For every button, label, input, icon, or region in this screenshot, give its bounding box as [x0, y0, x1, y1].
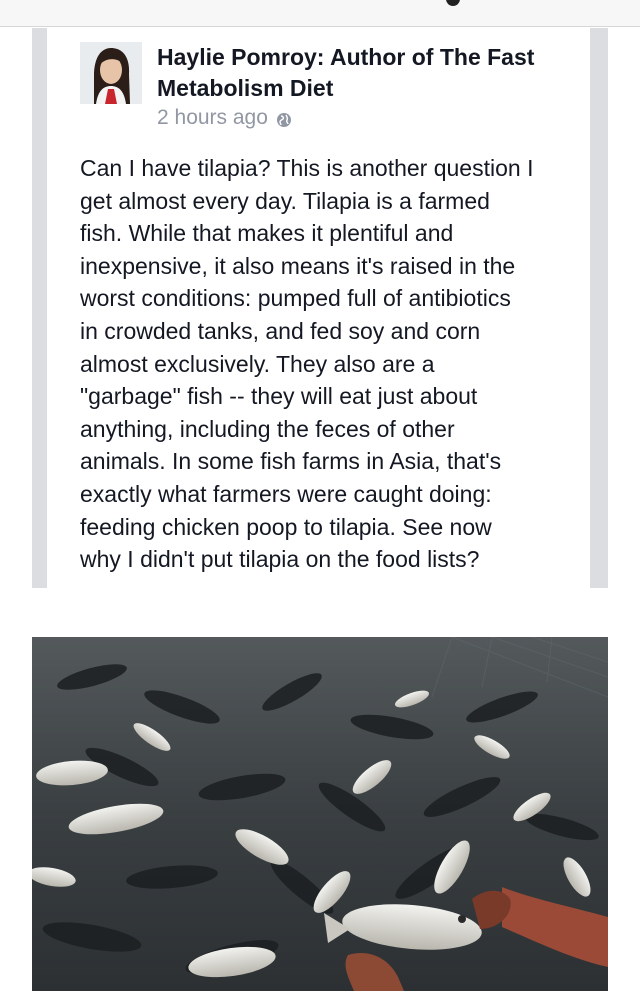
post-card: Haylie Pomroy: Author of The Fast Metabo… [32, 28, 608, 588]
avatar[interactable] [80, 42, 142, 104]
post-timestamp[interactable]: 2 hours ago [157, 106, 268, 130]
post-photo[interactable] [32, 637, 608, 991]
post-body-text: Can I have tilapia? This is another ques… [80, 155, 534, 573]
globe-icon [276, 110, 292, 127]
top-bar-partial-glyph [446, 0, 460, 6]
author-name[interactable]: Haylie Pomroy: Author of The Fast Metabo… [157, 42, 577, 104]
post-meta: 2 hours ago [157, 106, 292, 130]
top-bar [0, 0, 640, 27]
